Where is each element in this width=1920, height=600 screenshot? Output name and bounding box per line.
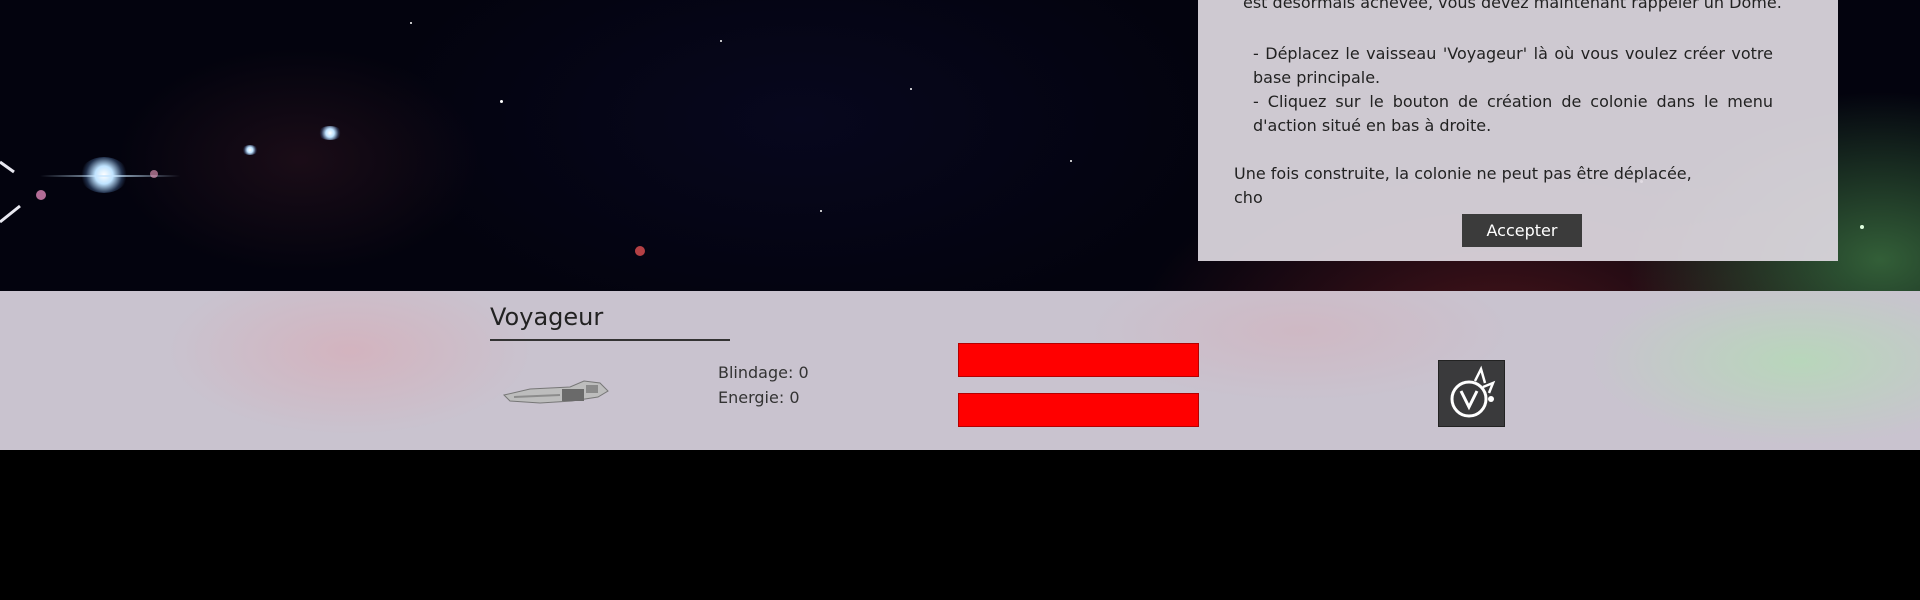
energy-value: 0 bbox=[789, 388, 800, 407]
star bbox=[410, 22, 412, 24]
ship-outline-fragment bbox=[0, 160, 21, 224]
ship-name-underline bbox=[490, 339, 730, 341]
ship-thumbnail-icon bbox=[503, 380, 609, 404]
colony-create-icon bbox=[1450, 365, 1496, 418]
create-colony-button[interactable] bbox=[1438, 360, 1505, 427]
energy-bar bbox=[958, 393, 1199, 427]
star bbox=[820, 210, 822, 212]
star bbox=[500, 100, 503, 103]
mission-dialog: est désormais achevée, vous devez mainte… bbox=[1198, 0, 1838, 261]
star bbox=[150, 170, 158, 178]
dialog-outro-line: cho bbox=[1234, 188, 1263, 207]
star bbox=[1070, 160, 1072, 162]
armor-stat: Blindage: 0 bbox=[718, 360, 809, 385]
star bbox=[720, 40, 722, 42]
star bbox=[910, 88, 912, 90]
dialog-bullet-move-ship: - Déplacez le vaisseau 'Voyageur' là où … bbox=[1253, 44, 1773, 87]
dialog-intro-text: est désormais achevée, vous devez mainte… bbox=[1243, 0, 1782, 12]
star-flare bbox=[242, 145, 258, 155]
armor-bar bbox=[958, 343, 1199, 377]
armor-value: 0 bbox=[798, 363, 809, 382]
ship-stats: Blindage: 0 Energie: 0 bbox=[718, 360, 809, 410]
dialog-outro-line: Une fois construite, la colonie ne peut … bbox=[1234, 164, 1692, 183]
star-flare-streak bbox=[40, 175, 180, 177]
star bbox=[1860, 225, 1864, 229]
ship-info-panel: Voyageur Blindage: 0 Energie: 0 bbox=[0, 291, 1920, 450]
star-flare bbox=[318, 126, 342, 140]
energy-label: Energie: bbox=[718, 388, 785, 407]
accept-button[interactable]: Accepter bbox=[1462, 214, 1582, 247]
star bbox=[635, 246, 645, 256]
dialog-outro-text: Une fois construite, la colonie ne peut … bbox=[1234, 162, 1714, 210]
ship-name: Voyageur bbox=[490, 303, 604, 331]
dialog-bullet-create-colony: - Cliquez sur le bouton de création de c… bbox=[1253, 92, 1773, 135]
energy-stat: Energie: 0 bbox=[718, 385, 809, 410]
armor-label: Blindage: bbox=[718, 363, 794, 382]
